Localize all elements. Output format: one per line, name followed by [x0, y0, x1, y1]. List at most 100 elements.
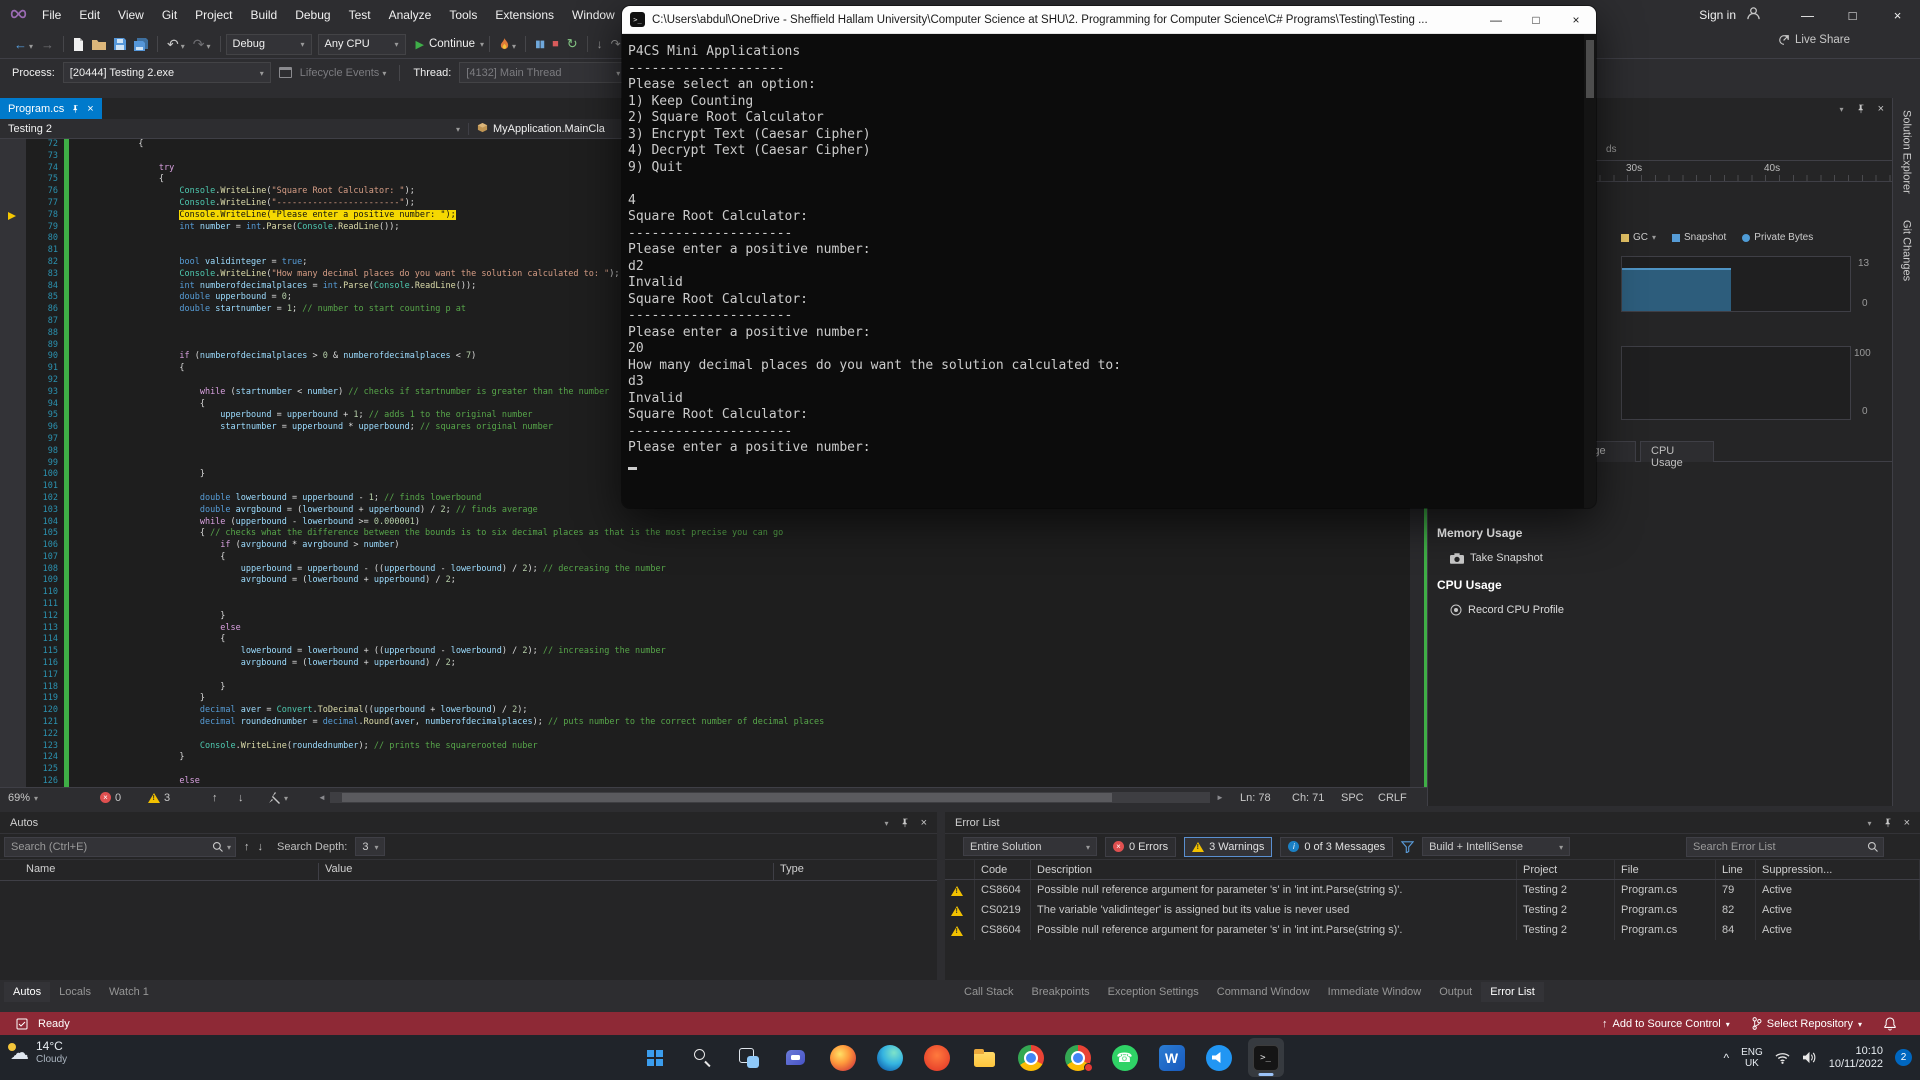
breakpoint-margin[interactable]	[0, 410, 26, 422]
taskbar-task-view-button[interactable]	[731, 1038, 767, 1077]
breakpoint-margin[interactable]	[0, 505, 26, 517]
zoom-dropdown[interactable]: 69%	[8, 788, 38, 807]
code-line-114[interactable]: 114 {	[0, 634, 1427, 646]
pin-icon[interactable]	[1856, 104, 1866, 114]
code-line-121[interactable]: 121 decimal roundednumber = decimal.Roun…	[0, 717, 1427, 729]
solution-platform-dropdown[interactable]: Any CPU	[318, 34, 406, 55]
code-line-116[interactable]: 116 avrgbound = (lowerbound + upperbound…	[0, 658, 1427, 670]
taskbar-file-explorer-button[interactable]	[966, 1038, 1002, 1077]
notification-count-badge[interactable]: 2	[1895, 1049, 1912, 1066]
tab-output[interactable]: Output	[1430, 982, 1481, 1002]
language-indicator[interactable]: ENGUK	[1741, 1047, 1763, 1069]
menu-item-build[interactable]: Build	[242, 5, 287, 25]
code-line-112[interactable]: 112 }	[0, 611, 1427, 623]
break-all-button[interactable]: ▮▮	[531, 33, 548, 55]
breakpoint-margin[interactable]	[0, 198, 26, 210]
wifi-icon[interactable]	[1775, 1052, 1790, 1064]
console-close-button[interactable]: ×	[1556, 6, 1596, 33]
tab-watch-1[interactable]: Watch 1	[100, 982, 158, 1002]
breakpoint-margin[interactable]	[0, 210, 26, 222]
breakpoint-margin[interactable]	[0, 222, 26, 234]
error-row-CS0219-line-82[interactable]: CS0219The variable 'validinteger' is ass…	[945, 900, 1920, 920]
vs-close-button[interactable]: ×	[1875, 0, 1920, 30]
breakpoint-margin[interactable]	[0, 540, 26, 552]
tab-call-stack[interactable]: Call Stack	[955, 982, 1023, 1002]
breakpoint-margin[interactable]	[0, 281, 26, 293]
breakpoint-margin[interactable]	[0, 469, 26, 481]
breakpoint-margin[interactable]	[0, 186, 26, 198]
menu-item-extensions[interactable]: Extensions	[486, 5, 563, 25]
code-line-104[interactable]: 104 while (upperbound - lowerbound >= 0.…	[0, 517, 1427, 529]
bell-icon[interactable]	[1884, 1017, 1896, 1031]
breakpoint-margin[interactable]	[0, 717, 26, 729]
breakpoint-margin[interactable]	[0, 752, 26, 764]
redo-button[interactable]: ↷	[189, 33, 215, 55]
breakpoint-margin[interactable]	[0, 458, 26, 470]
code-line-111[interactable]: 111	[0, 599, 1427, 611]
take-snapshot-button[interactable]: Take Snapshot	[1450, 552, 1543, 564]
breakpoint-margin[interactable]	[0, 269, 26, 281]
clock[interactable]: 10:1010/11/2022	[1829, 1045, 1883, 1071]
taskbar-search-button[interactable]	[684, 1038, 720, 1077]
pin-icon[interactable]	[900, 818, 910, 828]
breakpoint-margin[interactable]	[0, 599, 26, 611]
breakpoint-margin[interactable]	[0, 174, 26, 186]
code-line-108[interactable]: 108 upperbound = upperbound - ((upperbou…	[0, 564, 1427, 576]
continue-button[interactable]: ▶ Continue	[416, 38, 485, 51]
breakpoint-margin[interactable]	[0, 446, 26, 458]
code-line-122[interactable]: 122	[0, 729, 1427, 741]
scrollbar-thumb[interactable]	[1586, 40, 1594, 98]
breakpoint-margin[interactable]	[0, 564, 26, 576]
tab-cpu-usage[interactable]: CPU Usage	[1640, 441, 1714, 462]
background-tasks-icon[interactable]	[16, 1018, 28, 1030]
tab-breakpoints[interactable]: Breakpoints	[1023, 982, 1099, 1002]
process-dropdown[interactable]: [20444] Testing 2.exe	[63, 62, 271, 83]
taskbar-edge-button[interactable]	[872, 1038, 908, 1077]
window-menu-icon[interactable]	[1840, 103, 1844, 115]
autos-title-bar[interactable]: Autos ×	[0, 812, 937, 834]
step-into-button[interactable]: ↓	[593, 33, 607, 55]
lifecycle-events-button[interactable]: Lifecycle Events	[300, 67, 387, 79]
window-menu-icon[interactable]	[1868, 817, 1872, 829]
console-output[interactable]: P4CS Mini Applications------------------…	[622, 34, 1596, 508]
tab-immediate-window[interactable]: Immediate Window	[1319, 982, 1431, 1002]
side-tab-solution-explorer[interactable]: Solution Explorer	[1901, 110, 1913, 194]
filter-icon[interactable]	[1401, 841, 1414, 853]
code-line-115[interactable]: 115 lowerbound = lowerbound + ((upperbou…	[0, 646, 1427, 658]
warnings-filter-button[interactable]: 3 Warnings	[1184, 837, 1272, 857]
restart-button[interactable]: ↻	[563, 33, 582, 55]
errors-filter-button[interactable]: 0 Errors	[1105, 837, 1176, 857]
close-panel-icon[interactable]: ×	[1878, 103, 1884, 115]
close-tab-icon[interactable]: ×	[87, 103, 93, 115]
stop-debugging-button[interactable]: ■	[548, 33, 563, 55]
sign-in-link[interactable]: Sign in	[1699, 8, 1736, 22]
search-depth-dropdown[interactable]: 3	[355, 837, 385, 856]
breakpoint-margin[interactable]	[0, 741, 26, 753]
code-line-123[interactable]: 123 Console.WriteLine(roundednumber); //…	[0, 741, 1427, 753]
breakpoint-margin[interactable]	[0, 245, 26, 257]
search-next-button[interactable]: ↓	[258, 841, 264, 853]
breakpoint-margin[interactable]	[0, 328, 26, 340]
cpu-usage-chart[interactable]	[1621, 346, 1851, 420]
code-line-105[interactable]: 105 { // checks what the difference betw…	[0, 528, 1427, 540]
new-file-button[interactable]	[69, 33, 88, 55]
solution-configuration-dropdown[interactable]: Debug	[226, 34, 312, 55]
tab-command-window[interactable]: Command Window	[1208, 982, 1319, 1002]
taskbar-chrome-badge-button[interactable]	[1060, 1038, 1096, 1077]
error-row-CS8604-line-79[interactable]: CS8604Possible null reference argument f…	[945, 880, 1920, 900]
breakpoint-margin[interactable]	[0, 611, 26, 623]
search-icon[interactable]	[212, 841, 224, 853]
tab-program-cs[interactable]: Program.cs ×	[0, 98, 102, 119]
breakpoint-margin[interactable]	[0, 528, 26, 540]
breakpoint-margin[interactable]	[0, 729, 26, 741]
breakpoint-margin[interactable]	[0, 623, 26, 635]
breakpoint-margin[interactable]	[0, 316, 26, 328]
code-line-118[interactable]: 118 }	[0, 682, 1427, 694]
pin-icon[interactable]	[71, 104, 80, 114]
menu-item-git[interactable]: Git	[153, 5, 186, 25]
user-avatar-icon[interactable]	[1746, 6, 1761, 24]
console-scrollbar[interactable]	[1584, 34, 1596, 508]
taskbar-terminal-button[interactable]: >_	[1248, 1038, 1284, 1077]
error-list-column-headers[interactable]: Code Description Project File Line Suppr…	[945, 860, 1920, 880]
taskbar-start-button[interactable]	[637, 1038, 673, 1077]
